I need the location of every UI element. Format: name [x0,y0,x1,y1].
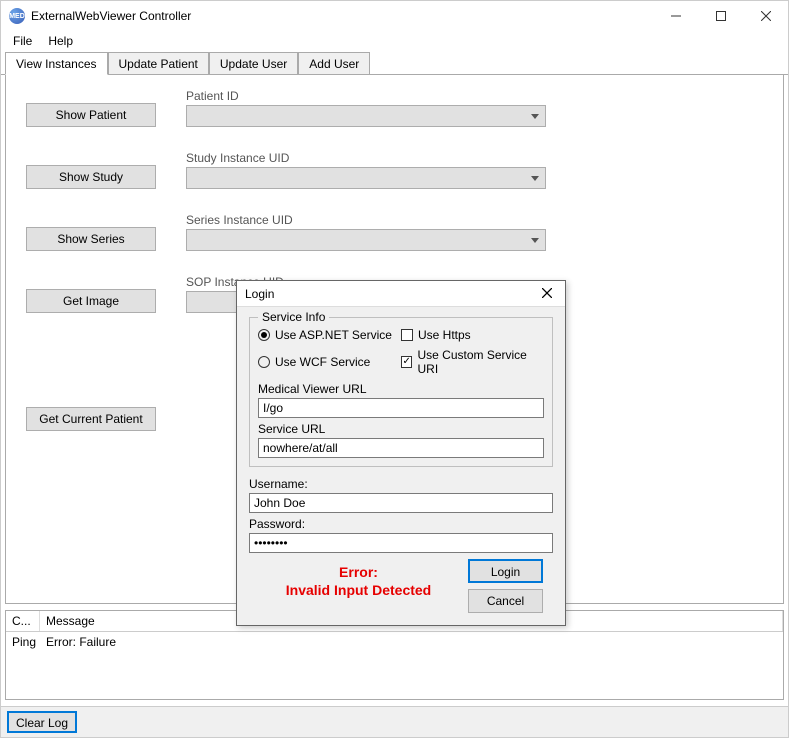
checkbox-icon [401,356,412,368]
close-button[interactable] [743,1,788,31]
username-label: Username: [249,477,553,491]
opt-wcf-radio[interactable]: Use WCF Service [258,348,401,376]
series-uid-label: Series Instance UID [186,213,546,227]
password-input[interactable] [249,533,553,553]
footer: Clear Log [1,706,788,737]
show-patient-button[interactable]: Show Patient [26,103,156,127]
opt-https-check[interactable]: Use Https [401,328,544,342]
show-series-button[interactable]: Show Series [26,227,156,251]
password-label: Password: [249,517,553,531]
username-input[interactable] [249,493,553,513]
opt-wcf-label: Use WCF Service [275,355,370,369]
get-current-patient-button[interactable]: Get Current Patient [26,407,156,431]
log-col-category[interactable]: C... [6,611,40,631]
patient-id-combo[interactable] [186,105,546,127]
opt-custom-uri-check[interactable]: Use Custom Service URI [401,348,544,376]
medical-url-label: Medical Viewer URL [258,382,544,396]
log-row[interactable]: Ping Error: Failure [6,632,783,652]
opt-asp-radio[interactable]: Use ASP.NET Service [258,328,401,342]
service-info-legend: Service Info [258,310,329,324]
menu-file[interactable]: File [5,32,40,50]
menubar: File Help [1,31,788,51]
window-title: ExternalWebViewer Controller [31,9,191,23]
tab-update-user[interactable]: Update User [209,52,298,74]
app-icon: MED [9,8,25,24]
checkbox-icon [401,329,413,341]
clear-log-button[interactable]: Clear Log [7,711,77,733]
error-line1: Error: [249,563,468,581]
login-dialog: Login Service Info Use ASP.NET Service [236,280,566,626]
show-study-button[interactable]: Show Study [26,165,156,189]
maximize-button[interactable] [698,1,743,31]
opt-asp-label: Use ASP.NET Service [275,328,392,342]
tab-content-view-instances: Show Patient Patient ID Show Study Study… [5,75,784,604]
dialog-titlebar: Login [237,281,565,307]
service-info-group: Service Info Use ASP.NET Service Use Htt… [249,317,553,467]
titlebar: MED ExternalWebViewer Controller [1,1,788,31]
opt-custom-uri-label: Use Custom Service URI [417,348,544,376]
patient-id-label: Patient ID [186,89,546,103]
main-window: MED ExternalWebViewer Controller File He… [0,0,789,738]
study-uid-label: Study Instance UID [186,151,546,165]
cancel-button[interactable]: Cancel [468,589,543,613]
dialog-close-button[interactable] [537,287,557,301]
opt-https-label: Use Https [418,328,471,342]
log-cell-category: Ping [6,632,40,652]
tab-update-patient[interactable]: Update Patient [108,52,209,74]
tab-view-instances[interactable]: View Instances [5,52,108,75]
tab-strip: View Instances Update Patient Update Use… [1,51,788,75]
series-uid-combo[interactable] [186,229,546,251]
menu-help[interactable]: Help [40,32,81,50]
tab-add-user[interactable]: Add User [298,52,370,74]
study-uid-combo[interactable] [186,167,546,189]
radio-icon [258,329,270,341]
get-image-button[interactable]: Get Image [26,289,156,313]
dialog-title-text: Login [245,287,537,301]
login-button[interactable]: Login [468,559,543,583]
minimize-button[interactable] [653,1,698,31]
service-url-label: Service URL [258,422,544,436]
error-line2: Invalid Input Detected [249,581,468,599]
medical-url-input[interactable] [258,398,544,418]
service-url-input[interactable] [258,438,544,458]
log-cell-message: Error: Failure [40,632,783,652]
radio-icon [258,356,270,368]
